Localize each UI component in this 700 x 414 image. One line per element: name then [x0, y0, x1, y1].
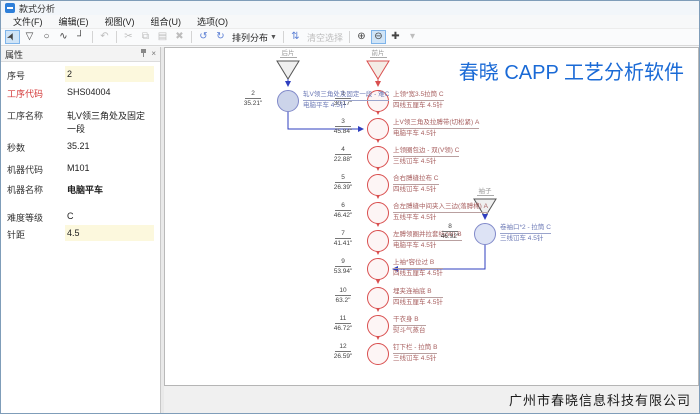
- property-row-3: 秒数35.21: [1, 138, 160, 160]
- undo-icon[interactable]: ↶: [97, 30, 112, 44]
- rotate-right-icon[interactable]: ↻: [213, 30, 228, 44]
- menu-item-3[interactable]: 组合(U): [143, 14, 190, 29]
- property-row-7: 针距4.5: [1, 225, 160, 242]
- app-window: 款式分析 文件(F)编辑(E)视图(V)组合(U)选项(O) ➤▽○∿┘ ↶ ✂⧉▤…: [0, 0, 700, 414]
- property-row-2: 工序名称轧V领三角处及固定一段: [1, 106, 160, 138]
- menu-item-0[interactable]: 文件(F): [5, 14, 51, 29]
- menu-item-2[interactable]: 视图(V): [97, 14, 143, 29]
- property-row-6: 难度等级C: [1, 208, 160, 225]
- zoom-out-icon[interactable]: ⊖: [371, 30, 386, 44]
- clear-selection-button[interactable]: 清空选择: [304, 31, 346, 44]
- toolbar-separator: [116, 31, 117, 43]
- menu-item-1[interactable]: 编辑(E): [51, 14, 97, 29]
- property-label: 工序代码: [7, 84, 65, 100]
- property-value[interactable]: 电脑平车: [65, 180, 154, 199]
- delete-icon[interactable]: ✖: [172, 30, 187, 44]
- property-label: 机器名称: [7, 180, 65, 196]
- toolbar-separator: [283, 31, 284, 43]
- copy-icon[interactable]: ⧉: [138, 30, 153, 44]
- rotate-left-icon[interactable]: ↺: [196, 30, 211, 44]
- properties-panel-title: 属性: [5, 48, 136, 61]
- arrange-distribute-button[interactable]: 排列分布▼: [229, 31, 280, 44]
- chevron-down-icon: ▼: [270, 34, 277, 41]
- properties-panel-header: 属性 ×: [1, 47, 160, 62]
- property-label: 难度等级: [7, 208, 65, 224]
- order-icon[interactable]: ⇅: [288, 30, 303, 44]
- property-label: 针距: [7, 225, 65, 241]
- property-label: 序号: [7, 66, 65, 82]
- pin-icon[interactable]: [140, 49, 147, 59]
- menu-bar: 文件(F)编辑(E)视图(V)组合(U)选项(O): [1, 15, 699, 29]
- property-row-4: 机器代码M101: [1, 160, 160, 180]
- property-value[interactable]: M101: [65, 160, 154, 176]
- toolbar-overflow-icon[interactable]: ▾: [405, 30, 420, 44]
- app-icon: [5, 3, 15, 13]
- toolbar-separator: [349, 31, 350, 43]
- property-row-0: 序号2: [1, 66, 160, 84]
- select-tool-icon[interactable]: ➤: [5, 30, 20, 44]
- toolbar-separator: [92, 31, 93, 43]
- triangle-tool-icon[interactable]: ▽: [22, 30, 37, 44]
- properties-panel: 属性 × 序号2工序代码SHS04004工序名称轧V领三角处及固定一段秒数35.…: [1, 47, 161, 413]
- process-node-2[interactable]: [277, 90, 299, 112]
- process-node-1[interactable]: [367, 90, 389, 112]
- toolbar: ➤▽○∿┘ ↶ ✂⧉▤✖ ↺↻排列分布▼ ⇅清空选择 ⊕⊖✚▾: [1, 29, 699, 46]
- property-value[interactable]: SHS04004: [65, 84, 154, 100]
- property-value[interactable]: 轧V领三角处及固定一段: [65, 106, 154, 138]
- process-node-6[interactable]: [367, 202, 389, 224]
- property-label: 工序名称: [7, 106, 65, 122]
- property-label: 机器代码: [7, 160, 65, 176]
- process-node-9[interactable]: [367, 258, 389, 280]
- right-column: 春晓 CAPP 工艺分析软件 广州市春晓信息科技有限公司: [164, 47, 699, 413]
- process-node-8[interactable]: [474, 223, 496, 245]
- window-title: 款式分析: [19, 2, 55, 15]
- company-name: 广州市春晓信息科技有限公司: [509, 390, 691, 409]
- corner-line-tool-icon[interactable]: ┘: [73, 30, 88, 44]
- status-bar: 广州市春晓信息科技有限公司: [164, 385, 699, 413]
- property-value[interactable]: 2: [65, 66, 154, 82]
- process-node-3[interactable]: [367, 118, 389, 140]
- property-row-5: 机器名称电脑平车: [1, 180, 160, 208]
- pan-icon[interactable]: ✚: [388, 30, 403, 44]
- property-value[interactable]: 4.5: [65, 225, 154, 241]
- property-value[interactable]: C: [65, 208, 154, 224]
- curve-tool-icon[interactable]: ∿: [56, 30, 71, 44]
- toolbar-separator: [191, 31, 192, 43]
- zoom-in-icon[interactable]: ⊕: [354, 30, 369, 44]
- cut-icon[interactable]: ✂: [121, 30, 136, 44]
- property-rows: 序号2工序代码SHS04004工序名称轧V领三角处及固定一段秒数35.21机器代…: [1, 62, 160, 242]
- process-node-4[interactable]: [367, 146, 389, 168]
- ellipse-tool-icon[interactable]: ○: [39, 30, 54, 44]
- property-label: 秒数: [7, 138, 65, 154]
- close-panel-icon[interactable]: ×: [151, 50, 156, 58]
- diagram-canvas[interactable]: 春晓 CAPP 工艺分析软件: [164, 47, 699, 385]
- process-node-10[interactable]: [367, 287, 389, 309]
- title-bar: 款式分析: [1, 1, 699, 15]
- process-node-7[interactable]: [367, 230, 389, 252]
- property-value[interactable]: 35.21: [65, 138, 154, 154]
- paste-icon[interactable]: ▤: [155, 30, 170, 44]
- property-row-1: 工序代码SHS04004: [1, 84, 160, 106]
- process-node-5[interactable]: [367, 174, 389, 196]
- process-node-11[interactable]: [367, 315, 389, 337]
- menu-item-4[interactable]: 选项(O): [189, 14, 236, 29]
- app-watermark-title: 春晓 CAPP 工艺分析软件: [459, 56, 684, 85]
- main-area: 属性 × 序号2工序代码SHS04004工序名称轧V领三角处及固定一段秒数35.…: [1, 47, 699, 413]
- process-node-12[interactable]: [367, 343, 389, 365]
